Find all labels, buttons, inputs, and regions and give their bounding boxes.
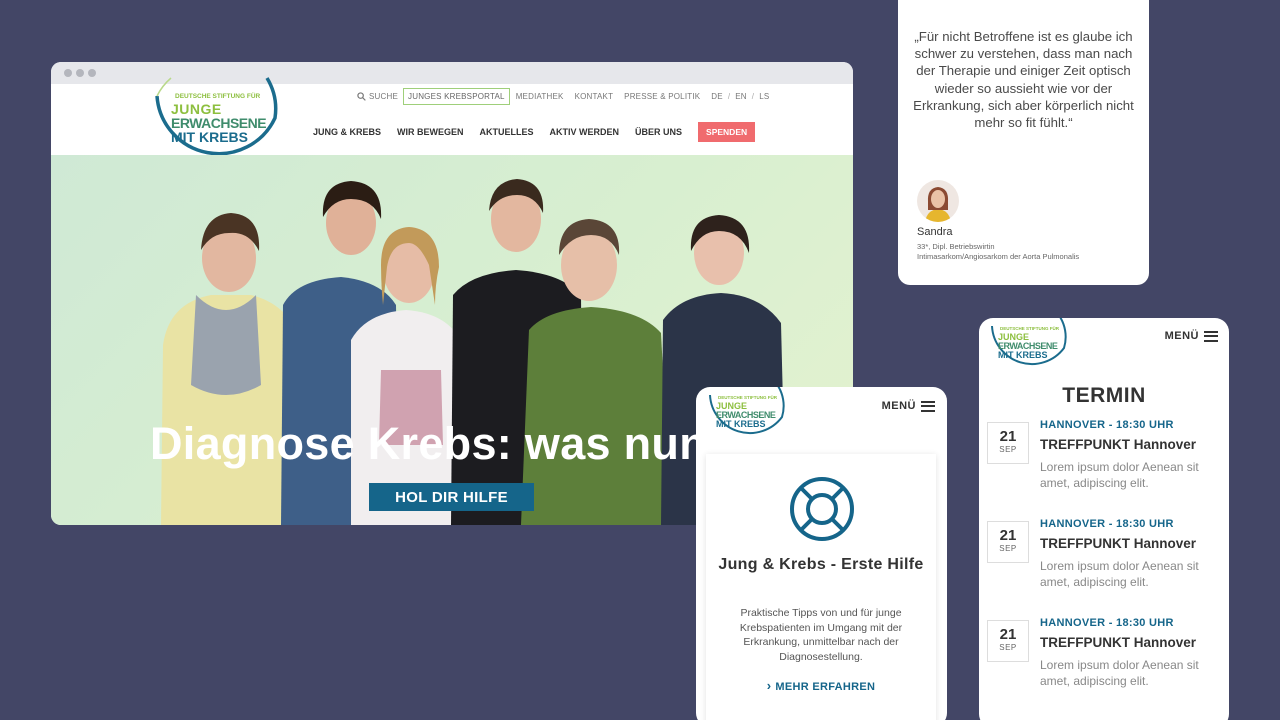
donate-button[interactable]: SPENDEN — [698, 122, 756, 142]
event-location: HANNOVER - 18:30 UHR — [1040, 518, 1174, 530]
lang-en[interactable]: EN — [735, 92, 747, 101]
nav-aktiv-werden[interactable]: AKTIV WERDEN — [550, 127, 620, 137]
logo-emblem-icon: DEUTSCHE STIFTUNG FÜR JUNGE ERWACHSENE M… — [991, 318, 1067, 366]
event-description: Lorem ipsum dolor Aenean sit amet, adipi… — [1040, 559, 1199, 589]
language-switcher: DE / EN / LS — [711, 92, 769, 101]
menu-label: MENÜ — [1164, 330, 1199, 342]
testimonial-meta: 33*, Dipl. Betriebswirtin Intimasarkom/A… — [917, 242, 1137, 262]
mehr-erfahren-link[interactable]: › MEHR ERFAHREN — [706, 678, 936, 693]
svg-text:MIT KREBS: MIT KREBS — [716, 419, 766, 429]
svg-text:DEUTSCHE STIFTUNG FÜR: DEUTSCHE STIFTUNG FÜR — [1000, 325, 1060, 331]
utility-nav: SUCHE JUNGES KREBSPORTAL MEDIATHEK KONTA… — [357, 88, 769, 105]
testimonial-meta-line1: 33*, Dipl. Betriebswirtin — [917, 242, 995, 251]
event-day: 21 — [999, 527, 1017, 544]
event-date: 21 SEP — [987, 521, 1029, 563]
nav-aktuelles[interactable]: AKTUELLES — [480, 127, 534, 137]
lang-de[interactable]: DE — [711, 92, 723, 101]
nav-ueber-uns[interactable]: ÜBER UNS — [635, 127, 682, 137]
event-description: Lorem ipsum dolor Aenean sit amet, adipi… — [1040, 460, 1199, 490]
main-nav: JUNG & KREBS WIR BEWEGEN AKTUELLES AKTIV… — [313, 122, 756, 142]
hero-title: Diagnose Krebs: was nun? — [150, 418, 735, 469]
svg-text:DEUTSCHE STIFTUNG FÜR: DEUTSCHE STIFTUNG FÜR — [718, 394, 778, 400]
event-description: Lorem ipsum dolor Aenean sit amet, adipi… — [1040, 658, 1199, 688]
nav-jung-krebs[interactable]: JUNG & KREBS — [313, 127, 381, 137]
person-avatar-icon — [925, 187, 951, 222]
testimonial-card: „Für nicht Betroffene ist es glaube ich … — [898, 0, 1149, 285]
svg-text:MIT KREBS: MIT KREBS — [171, 129, 248, 145]
event-date: 21 SEP — [987, 422, 1029, 464]
event-month: SEP — [999, 544, 1017, 553]
termin-title: TERMIN — [1062, 384, 1146, 407]
event-day: 21 — [999, 626, 1017, 643]
lang-separator: / — [751, 92, 755, 101]
svg-text:MIT KREBS: MIT KREBS — [998, 350, 1048, 360]
window-dot — [88, 69, 96, 77]
testimonial-name: Sandra — [917, 226, 953, 238]
lang-ls[interactable]: LS — [759, 92, 769, 101]
event-name: TREFFPUNKT Hannover — [1040, 536, 1197, 551]
svg-text:DEUTSCHE STIFTUNG FÜR: DEUTSCHE STIFTUNG FÜR — [175, 91, 261, 100]
event-name: TREFFPUNKT Hannover — [1040, 437, 1197, 452]
event-item[interactable]: 21 SEP HANNOVER - 18:30 UHR TREFFPUNKT H… — [987, 419, 1222, 499]
window-dot — [64, 69, 72, 77]
testimonial-meta-line2: Intimasarkom/Angiosarkom der Aorta Pulmo… — [917, 252, 1080, 261]
event-month: SEP — [999, 445, 1017, 454]
event-item[interactable]: 21 SEP HANNOVER - 18:30 UHR TREFFPUNKT H… — [987, 617, 1222, 697]
chevron-right-icon: › — [766, 678, 772, 693]
logo-emblem-icon: DEUTSCHE STIFTUNG FÜR JUNGE ERWACHSENE M… — [155, 77, 278, 156]
search-link[interactable]: SUCHE — [357, 92, 398, 101]
menu-button[interactable]: MENÜ — [1165, 330, 1218, 342]
avatar — [917, 180, 959, 222]
menu-label: MENÜ — [881, 400, 916, 412]
event-location: HANNOVER - 18:30 UHR — [1040, 419, 1174, 431]
search-icon — [357, 92, 366, 101]
mobile-logo[interactable]: DEUTSCHE STIFTUNG FÜR JUNGE ERWACHSENE M… — [706, 387, 786, 445]
event-name: TREFFPUNKT Hannover — [1040, 635, 1197, 650]
mehr-erfahren-label: MEHR ERFAHREN — [775, 681, 876, 693]
presse-politik-link[interactable]: PRESSE & POLITIK — [624, 92, 700, 101]
hamburger-icon — [921, 400, 935, 412]
event-item[interactable]: 21 SEP HANNOVER - 18:30 UHR TREFFPUNKT H… — [987, 518, 1222, 598]
site-logo[interactable]: DEUTSCHE STIFTUNG FÜR JUNGE ERWACHSENE M… — [151, 76, 281, 162]
site-header: DEUTSCHE STIFTUNG FÜR JUNGE ERWACHSENE M… — [51, 77, 853, 156]
search-label: SUCHE — [369, 92, 399, 101]
mobile-help-mockup: DEUTSCHE STIFTUNG FÜR JUNGE ERWACHSENE M… — [696, 387, 947, 720]
mediathek-link[interactable]: MEDIATHEK — [516, 92, 564, 101]
event-day: 21 — [999, 428, 1017, 445]
help-card-text: Praktische Tipps von und für junge Krebs… — [739, 607, 903, 663]
lifebuoy-icon — [790, 477, 854, 541]
krebsportal-link[interactable]: JUNGES KREBSPORTAL — [403, 88, 510, 105]
help-card: Jung & Krebs - Erste Hilfe Praktische Ti… — [706, 454, 936, 720]
nav-wir-bewegen[interactable]: WIR BEWEGEN — [397, 127, 464, 137]
logo-emblem-icon: DEUTSCHE STIFTUNG FÜR JUNGE ERWACHSENE M… — [709, 387, 785, 435]
help-card-title: Jung & Krebs - Erste Hilfe — [718, 556, 924, 573]
lang-separator: / — [727, 92, 731, 101]
hamburger-icon — [1204, 330, 1218, 342]
mobile-logo[interactable]: DEUTSCHE STIFTUNG FÜR JUNGE ERWACHSENE M… — [987, 318, 1069, 376]
hol-dir-hilfe-button[interactable]: HOL DIR HILFE — [369, 483, 534, 511]
menu-button[interactable]: MENÜ — [882, 400, 935, 412]
event-month: SEP — [999, 643, 1017, 652]
window-dot — [76, 69, 84, 77]
kontakt-link[interactable]: KONTAKT — [575, 92, 614, 101]
event-date: 21 SEP — [987, 620, 1029, 662]
event-location: HANNOVER - 18:30 UHR — [1040, 617, 1174, 629]
testimonial-quote: „Für nicht Betroffene ist es glaube ich … — [913, 29, 1134, 131]
mobile-termin-mockup: DEUTSCHE STIFTUNG FÜR JUNGE ERWACHSENE M… — [979, 318, 1229, 720]
